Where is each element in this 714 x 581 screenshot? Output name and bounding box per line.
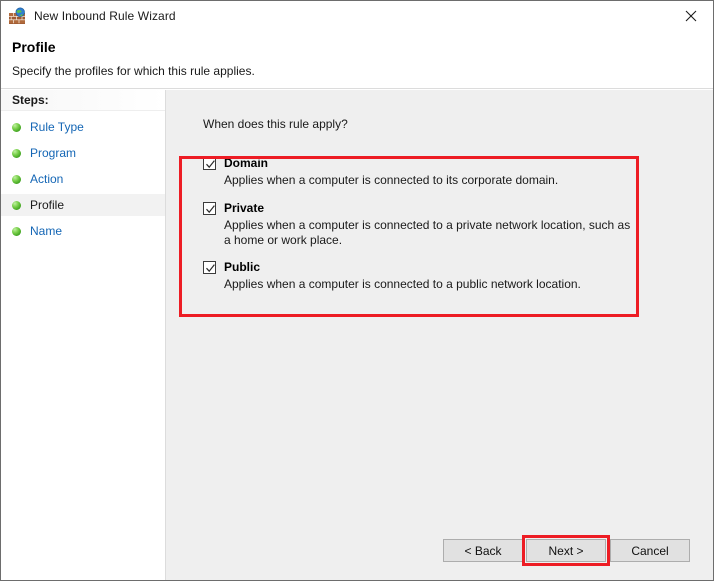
option-description: Applies when a computer is connected to … xyxy=(224,173,559,187)
next-button[interactable]: Next > xyxy=(526,539,606,562)
checkbox-public[interactable] xyxy=(203,261,216,274)
steps-header-label: Steps: xyxy=(12,93,49,107)
page-title: Profile xyxy=(12,39,56,55)
option-label: Public xyxy=(224,260,261,274)
option-label: Private xyxy=(224,201,265,215)
title-bar: New Inbound Rule Wizard xyxy=(1,1,713,31)
option-description: Applies when a computer is connected to … xyxy=(224,218,631,247)
steps-header: Steps: xyxy=(1,90,165,111)
option-public[interactable]: Public Applies when a computer is connec… xyxy=(179,260,652,292)
profile-options-group: Domain Applies when a computer is connec… xyxy=(179,156,652,292)
checkbox-private[interactable] xyxy=(203,202,216,215)
step-bullet-icon xyxy=(12,200,21,210)
sidebar-item-rule-type[interactable]: Rule Type xyxy=(1,116,165,138)
checkbox-domain[interactable] xyxy=(203,157,216,170)
content-pane: When does this rule apply? Domain Applie… xyxy=(166,90,713,580)
step-bullet-icon xyxy=(12,174,21,184)
sidebar-item-label: Profile xyxy=(30,198,65,212)
option-private[interactable]: Private Applies when a computer is conne… xyxy=(179,201,652,248)
option-domain[interactable]: Domain Applies when a computer is connec… xyxy=(179,156,652,188)
step-bullet-icon xyxy=(12,226,21,236)
sidebar-item-label: Rule Type xyxy=(30,120,84,134)
sidebar-item-label: Action xyxy=(30,172,64,186)
sidebar-item-name[interactable]: Name xyxy=(1,220,165,242)
step-bullet-icon xyxy=(12,122,21,132)
option-description: Applies when a computer is connected to … xyxy=(224,277,581,291)
question-label: When does this rule apply? xyxy=(203,117,348,131)
close-icon[interactable] xyxy=(668,1,713,30)
wizard-window: New Inbound Rule Wizard Profile Specify … xyxy=(0,0,714,581)
window-title: New Inbound Rule Wizard xyxy=(34,9,176,23)
option-label: Domain xyxy=(224,156,269,170)
firewall-globe-icon xyxy=(8,7,26,25)
sidebar-item-program[interactable]: Program xyxy=(1,142,165,164)
step-bullet-icon xyxy=(12,148,21,158)
sidebar-item-action[interactable]: Action xyxy=(1,168,165,190)
body-area: Steps: Rule Type Program Action Profile … xyxy=(1,90,713,580)
page-header: Profile Specify the profiles for which t… xyxy=(1,31,713,89)
sidebar-item-label: Program xyxy=(30,146,77,160)
back-button[interactable]: < Back xyxy=(443,539,523,562)
steps-sidebar: Steps: Rule Type Program Action Profile … xyxy=(1,90,166,580)
page-subtitle: Specify the profiles for which this rule… xyxy=(12,64,255,78)
cancel-button[interactable]: Cancel xyxy=(610,539,690,562)
sidebar-item-label: Name xyxy=(30,224,63,238)
sidebar-item-profile[interactable]: Profile xyxy=(1,194,165,216)
